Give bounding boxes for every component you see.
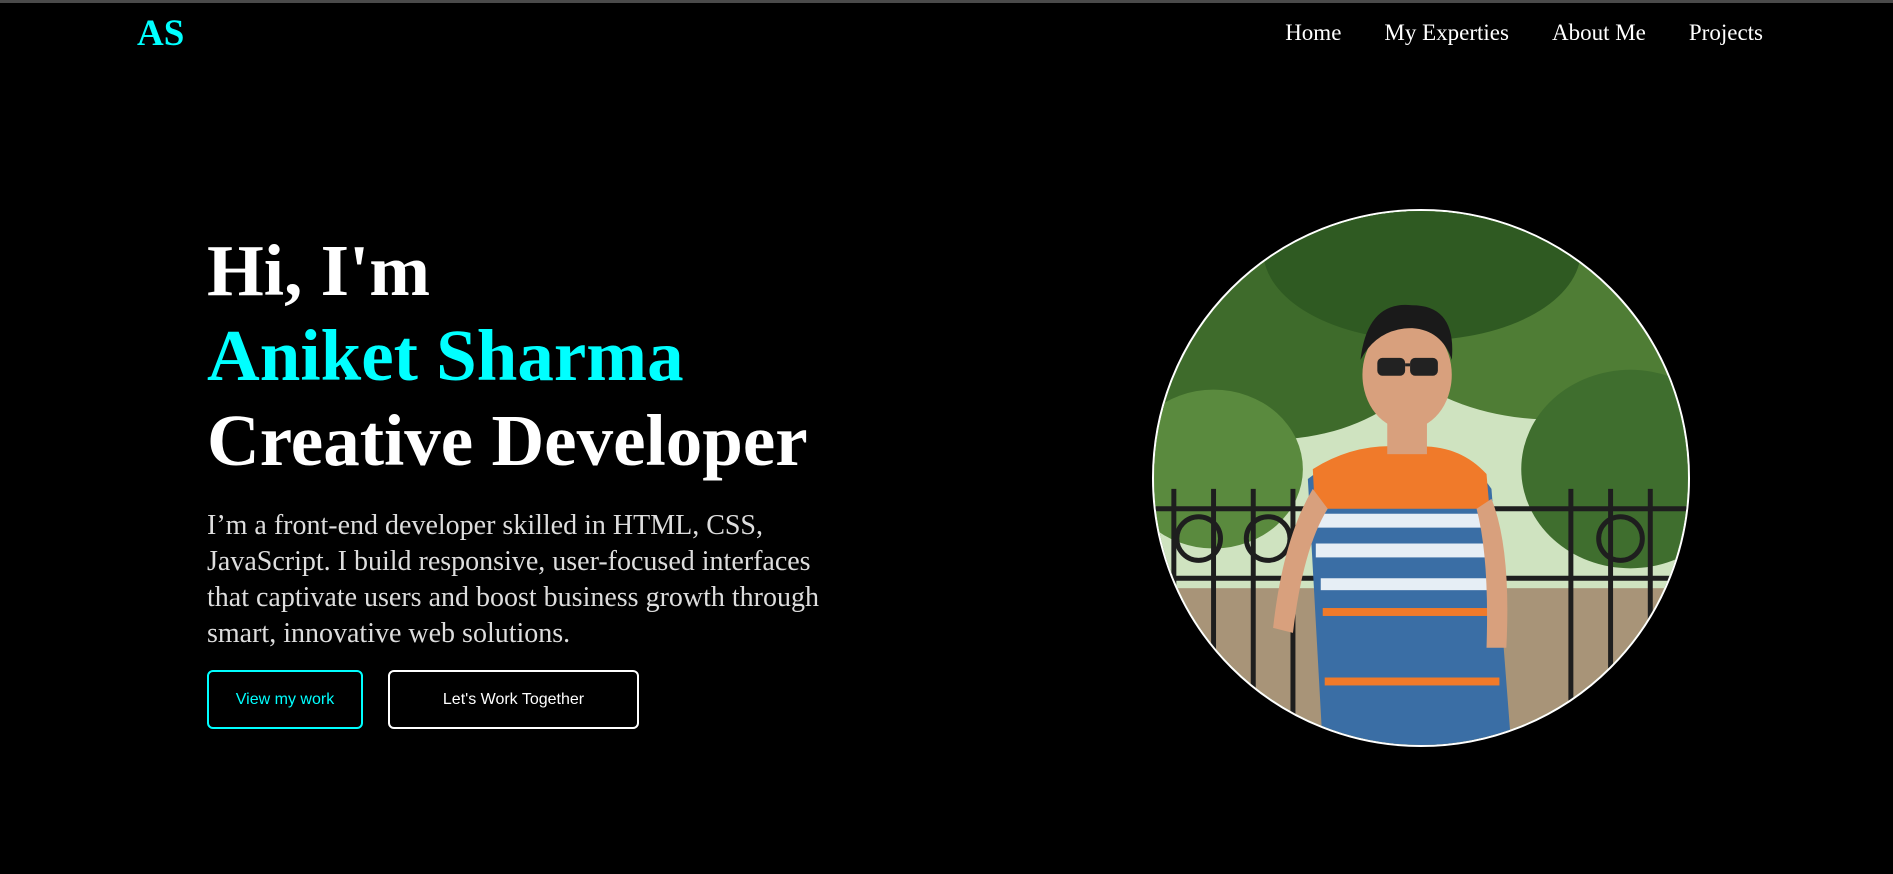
nav-home[interactable]: Home	[1285, 20, 1341, 46]
nav-about-me[interactable]: About Me	[1552, 20, 1646, 46]
profile-photo-illustration	[1154, 211, 1688, 745]
view-work-button[interactable]: View my work	[207, 670, 363, 729]
logo[interactable]: AS	[137, 12, 184, 55]
hero-name: Aniket Sharma	[207, 315, 684, 396]
hero-heading: Hi, I'm Aniket Sharma Creative Developer	[207, 228, 847, 483]
hero-description: I’m a front-end developer skilled in HTM…	[207, 510, 820, 649]
profile-photo	[1152, 209, 1690, 747]
nav-experties[interactable]: My Experties	[1384, 20, 1509, 46]
work-together-button[interactable]: Let's Work Together	[388, 670, 639, 729]
hero-role: Creative Developer	[207, 400, 808, 481]
hero-section: Hi, I'm Aniket Sharma Creative Developer…	[207, 228, 847, 652]
top-border	[0, 0, 1893, 3]
hero-buttons: View my work Let's Work Together	[207, 670, 639, 729]
nav-projects[interactable]: Projects	[1689, 20, 1763, 46]
main-nav: Home My Experties About Me Projects	[1285, 20, 1763, 46]
hero-greeting: Hi, I'm	[207, 230, 431, 311]
